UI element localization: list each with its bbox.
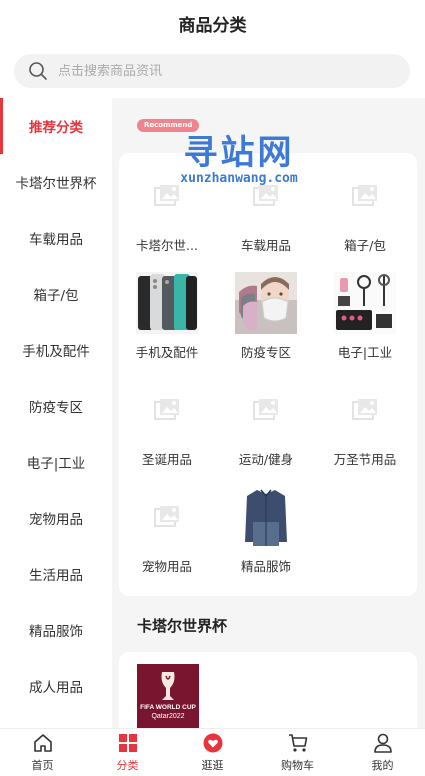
grid-item-label: 运动/健身 xyxy=(238,452,294,467)
image-placeholder-icon xyxy=(334,379,396,441)
search-bar[interactable] xyxy=(14,54,410,88)
sidebar-item-qatar-world-cup[interactable]: 卡塔尔世界杯 xyxy=(0,154,112,210)
sidebar-item-pets[interactable]: 宠物用品 xyxy=(0,490,112,546)
grid-item-christmas[interactable]: 圣诞用品 xyxy=(119,367,215,467)
image-placeholder-icon xyxy=(235,379,297,441)
logo-line2: Qatar2022 xyxy=(151,713,185,720)
grid-item-label: 电子|工业 xyxy=(337,345,393,360)
tab-profile[interactable]: 我的 xyxy=(340,729,425,776)
grid-item-halloween[interactable]: 万圣节用品 xyxy=(317,367,413,467)
grid-item-label: 防疫专区 xyxy=(240,345,291,360)
cart-icon xyxy=(288,734,307,752)
electronics-image xyxy=(334,272,396,334)
tab-home[interactable]: 首页 xyxy=(0,729,85,776)
sidebar-item-luggage-bags[interactable]: 箱子/包 xyxy=(0,266,112,322)
image-placeholder-icon xyxy=(334,165,396,227)
tab-category[interactable]: 分类 xyxy=(85,729,170,776)
world-cup-logo-item[interactable]: FIFA WORLD CUP Qatar2022 xyxy=(137,664,199,728)
page-header: 商品分类 xyxy=(0,0,425,46)
grid-item-sports[interactable]: 运动/健身 xyxy=(218,367,314,467)
bottom-tab-bar: 首页 分类 逛逛 购物车 我的 xyxy=(0,728,425,776)
sidebar-item-apparel[interactable]: 精品服饰 xyxy=(0,602,112,658)
sidebar-item-electronics[interactable]: 电子|工业 xyxy=(0,434,112,490)
grid-item-phones[interactable]: 手机及配件 xyxy=(119,260,215,360)
grid-item-label: 万圣节用品 xyxy=(333,452,397,467)
category-icon xyxy=(118,734,137,752)
grid-item-label: 卡塔尔世... xyxy=(136,238,198,253)
section-title: 卡塔尔世界杯 xyxy=(137,617,228,635)
category-sidebar: 推荐分类 卡塔尔世界杯 车载用品 箱子/包 手机及配件 防疫专区 电子|工业 宠… xyxy=(0,98,112,728)
grid-item-apparel[interactable]: 精品服饰 xyxy=(218,474,314,574)
shirt-image xyxy=(235,486,297,548)
logo-line1: FIFA WORLD CUP xyxy=(140,704,196,711)
sidebar-item-phones[interactable]: 手机及配件 xyxy=(0,322,112,378)
watermark-text: 寻站网 xyxy=(183,133,295,173)
grid-item-label: 箱子/包 xyxy=(344,238,386,253)
category-content: Recommend 卡塔尔世... 车载用品 箱子/包 手机及配件 防疫专区 电… xyxy=(112,98,425,728)
recommended-grid-card: 卡塔尔世... 车载用品 箱子/包 手机及配件 防疫专区 电子|工业 圣诞用品 … xyxy=(119,153,417,596)
search-icon xyxy=(29,62,47,80)
home-icon xyxy=(33,734,52,752)
sidebar-item-adult[interactable]: 成人用品 xyxy=(0,658,112,714)
world-cup-card: FIFA WORLD CUP Qatar2022 xyxy=(119,652,417,728)
heart-icon xyxy=(203,733,222,753)
trophy-icon xyxy=(161,672,175,700)
image-placeholder-icon xyxy=(136,379,198,441)
tab-cart[interactable]: 购物车 xyxy=(255,729,340,776)
phones-image xyxy=(136,272,198,334)
grid-item-label: 圣诞用品 xyxy=(141,452,192,467)
recommend-badge: Recommend xyxy=(137,119,200,132)
masks-image xyxy=(235,272,297,334)
grid-item-bags[interactable]: 箱子/包 xyxy=(317,153,413,253)
sidebar-item-epidemic[interactable]: 防疫专区 xyxy=(0,378,112,434)
grid-item-electronics[interactable]: 电子|工业 xyxy=(317,260,413,360)
tab-browse[interactable]: 逛逛 xyxy=(170,729,255,776)
grid-item-epidemic[interactable]: 防疫专区 xyxy=(218,260,314,360)
grid-item-label: 车载用品 xyxy=(240,238,291,253)
user-icon xyxy=(373,733,392,753)
grid-item-label: 手机及配件 xyxy=(135,345,199,360)
grid-item-label: 宠物用品 xyxy=(141,559,192,574)
grid-item-label: 精品服饰 xyxy=(240,559,291,574)
search-input[interactable] xyxy=(58,63,378,79)
sidebar-item-car-supplies[interactable]: 车载用品 xyxy=(0,210,112,266)
watermark: 寻站网 xunzhanwang.com xyxy=(174,134,304,186)
image-placeholder-icon xyxy=(136,486,198,548)
watermark-url: xunzhanwang.com xyxy=(180,171,298,186)
page-title: 商品分类 xyxy=(178,15,247,36)
sidebar-item-daily-life[interactable]: 生活用品 xyxy=(0,546,112,602)
grid-item-pets[interactable]: 宠物用品 xyxy=(119,474,215,574)
sidebar-item-recommended[interactable]: 推荐分类 xyxy=(0,98,112,154)
